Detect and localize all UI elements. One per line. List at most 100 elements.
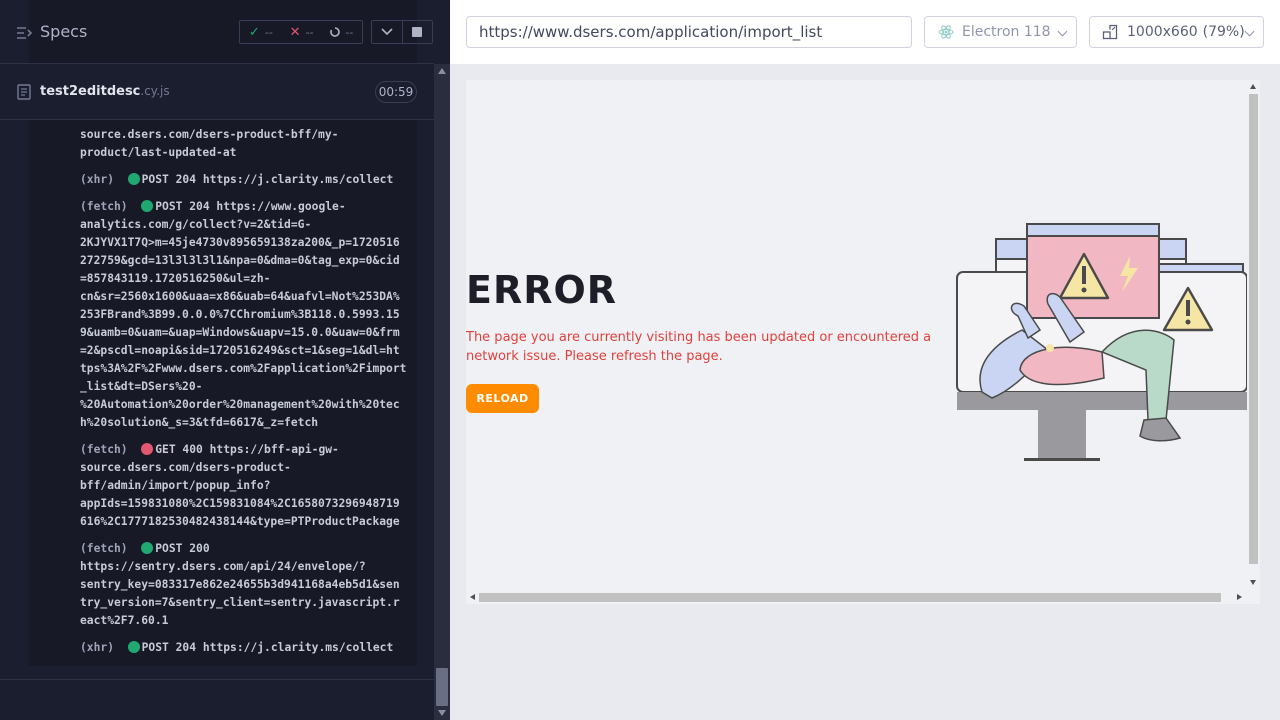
command-log-line-text: h%20solution&_s=3&tfd=6617&_z=fetch: [80, 416, 319, 429]
command-log-line-text: POST 204 https://www.google-: [155, 200, 346, 213]
command-log-line-text: POST 204 https://j.clarity.ms/collect: [141, 173, 394, 186]
status-dot-icon: [141, 200, 154, 212]
command-log-line-text: cn&sr=2560x1600&uaa=x86&uab=64&uafvl=Not…: [80, 290, 400, 303]
command-log-line: h%20solution&_s=3&tfd=6617&_z=fetch: [80, 414, 415, 432]
viewport-selector[interactable]: 1000x660 (79%): [1089, 16, 1264, 48]
command-log-line: (fetch) POST 204 https://www.google-: [80, 198, 415, 216]
cypress-reporter: source.dsers.com/dsers-product-bff/my-pr…: [0, 0, 450, 720]
status-dot-icon: [127, 641, 140, 653]
scroll-right-arrow[interactable]: [1237, 593, 1242, 600]
command-log-text: (xhr) POST 204 https://j.clarity.ms/coll…: [80, 639, 415, 657]
frame-hscroll-thumb[interactable]: [479, 593, 1221, 602]
viewport-size: 1000x660: [1127, 24, 1198, 40]
frame-vertical-scrollbar[interactable]: [1247, 80, 1260, 592]
command-log-entry[interactable]: (xhr) POST 204 https://j.clarity.ms/coll…: [80, 639, 415, 657]
frame-vscroll-thumb[interactable]: [1249, 94, 1258, 564]
command-log-line: source.dsers.com/dsers-product-bff/my-: [80, 126, 415, 144]
reporter-footer: [0, 679, 434, 720]
spec-timer: 00:59: [375, 81, 417, 103]
check-icon: ✓: [249, 24, 260, 40]
error-title: ERROR: [466, 268, 618, 312]
command-log-line-text: 272759&gcd=13l3l3l3l1&npa=0&dma=0&tag_ex…: [80, 254, 400, 267]
error-message: The page you are currently visiting has …: [466, 330, 932, 364]
status-dot-icon: [127, 173, 140, 185]
test-stats: ✓ -- ✕ -- --: [239, 20, 363, 44]
url-bar[interactable]: https://www.dsers.com/application/import…: [466, 16, 912, 48]
command-log-line-text: bff/admin/import/popup_info?: [80, 479, 271, 492]
toggle-auto-scroll-button[interactable]: [372, 21, 402, 43]
command-log-line: 9&uamb=0&uam=&uap=Windows&uapv=15.0.0&ua…: [80, 324, 415, 342]
command-log-line: _list&dt=DSers%20-: [80, 378, 415, 396]
command-log-line: eact%2F7.60.1: [80, 612, 415, 630]
command-log-text: (fetch) GET 400 https://bff-api-gw-sourc…: [80, 441, 415, 531]
chevron-down-icon: [1057, 26, 1068, 37]
command-log-line: 616%2C1777182530482438144&type=PTProduct…: [80, 513, 415, 531]
frame-horizontal-scrollbar[interactable]: [466, 590, 1260, 604]
scroll-up-arrow[interactable]: [438, 68, 446, 74]
pending-count: --: [345, 25, 354, 39]
scroll-left-arrow[interactable]: [470, 593, 475, 600]
failed-stat: ✕ --: [281, 25, 322, 40]
command-log-line-text: 253FBrand%3B99.0.0.0%7CChromium%3B118.0.…: [80, 308, 400, 321]
command-log-line-text: appIds=159831080%2C159831084%2C165807329…: [80, 497, 400, 510]
command-log-line: 253FBrand%3B99.0.0.0%7CChromium%3B118.0.…: [80, 306, 415, 324]
command-log-entry[interactable]: source.dsers.com/dsers-product-bff/my-pr…: [80, 126, 415, 162]
aut-header: https://www.dsers.com/application/import…: [450, 0, 1280, 64]
run-controls: [371, 20, 433, 44]
reporter-scrollbar[interactable]: [434, 64, 450, 720]
browser-label: Electron 118: [962, 24, 1051, 40]
command-log-line: 2KJYVX1T7Q>m=45je4730v895659138za200&_p=…: [80, 234, 415, 252]
command-log-line: (fetch) POST 200: [80, 540, 415, 558]
scroll-thumb[interactable]: [436, 668, 448, 706]
x-icon: ✕: [289, 24, 301, 40]
command-log-line: appIds=159831080%2C159831084%2C165807329…: [80, 495, 415, 513]
file-icon: [17, 84, 31, 100]
command-log-entry[interactable]: (fetch) POST 200 https://sentry.dsers.com…: [80, 540, 415, 630]
command-log-line-text: analytics.com/g/collect?v=2&tid=G-: [80, 218, 312, 231]
chevron-down-icon: [1244, 26, 1255, 37]
command-log-line-text: POST 200: [155, 542, 210, 555]
command-log-line: source.dsers.com/dsers-product-: [80, 459, 415, 477]
scroll-up-arrow[interactable]: [1250, 84, 1256, 89]
aut-iframe: ERROR The page you are currently visitin…: [466, 80, 1260, 604]
command-log-line: 272759&gcd=13l3l3l3l1&npa=0&dma=0&tag_ex…: [80, 252, 415, 270]
command-log-line-text: tps%3A%2F%2Fwww.dsers.com%2Fapplication%…: [80, 362, 407, 375]
reload-button[interactable]: RELOAD: [466, 384, 539, 413]
command-log-line-text: try_version=7&sentry_client=sentry.javas…: [80, 596, 400, 609]
scroll-down-arrow[interactable]: [1250, 580, 1256, 585]
scroll-down-arrow[interactable]: [438, 710, 446, 716]
chevron-down-icon: [381, 28, 393, 36]
passed-count: --: [264, 25, 273, 39]
command-log-line-text: source.dsers.com/dsers-product-: [80, 461, 291, 474]
command-log-entry[interactable]: (xhr) POST 204 https://j.clarity.ms/coll…: [80, 171, 415, 189]
command-log-line: tps%3A%2F%2Fwww.dsers.com%2Fapplication%…: [80, 360, 415, 378]
command-log-text: (fetch) POST 204 https://www.google-anal…: [80, 198, 415, 432]
command-log-line-text: source.dsers.com/dsers-product-bff/my-: [80, 128, 339, 141]
command-log-entry[interactable]: (fetch) POST 204 https://www.google-anal…: [80, 198, 415, 432]
command-type: (xhr): [80, 173, 115, 186]
command-log-line: (xhr) POST 204 https://j.clarity.ms/coll…: [80, 171, 415, 189]
command-log-entry[interactable]: (fetch) GET 400 https://bff-api-gw-sourc…: [80, 441, 415, 531]
error-illustration: [956, 223, 1248, 461]
browser-selector[interactable]: Electron 118: [924, 16, 1077, 48]
command-type: (fetch): [80, 542, 128, 555]
specs-menu-icon[interactable]: [16, 25, 32, 41]
command-log-line-text: POST 204 https://j.clarity.ms/collect: [141, 641, 394, 654]
command-log-line: (xhr) POST 204 https://j.clarity.ms/coll…: [80, 639, 415, 657]
spec-file-row[interactable]: test2editdesc.cy.js 00:59: [0, 64, 434, 120]
command-log-line: try_version=7&sentry_client=sentry.javas…: [80, 594, 415, 612]
failed-count: --: [305, 25, 314, 39]
command-log-line-text: =857843119.1720516250&ul=zh-: [80, 272, 271, 285]
command-log-line: cn&sr=2560x1600&uaa=x86&uab=64&uafvl=Not…: [80, 288, 415, 306]
specs-title[interactable]: Specs: [40, 22, 87, 41]
reporter-header: Specs ✓ -- ✕ -- --: [0, 0, 434, 64]
pending-stat: --: [321, 26, 362, 39]
command-log-line-text: =2&pscdl=noapi&sid=1720516249&sct=1&seg=…: [80, 344, 400, 357]
viewport-zoom: (79%): [1202, 24, 1245, 40]
stop-button[interactable]: [401, 21, 432, 43]
command-log-line: https://sentry.dsers.com/api/24/envelope…: [80, 558, 415, 576]
spec-name: test2editdesc.cy.js: [40, 84, 170, 99]
command-log-line: =857843119.1720516250&ul=zh-: [80, 270, 415, 288]
app-under-test: https://www.dsers.com/application/import…: [450, 0, 1280, 720]
viewport-icon: [1102, 24, 1118, 40]
